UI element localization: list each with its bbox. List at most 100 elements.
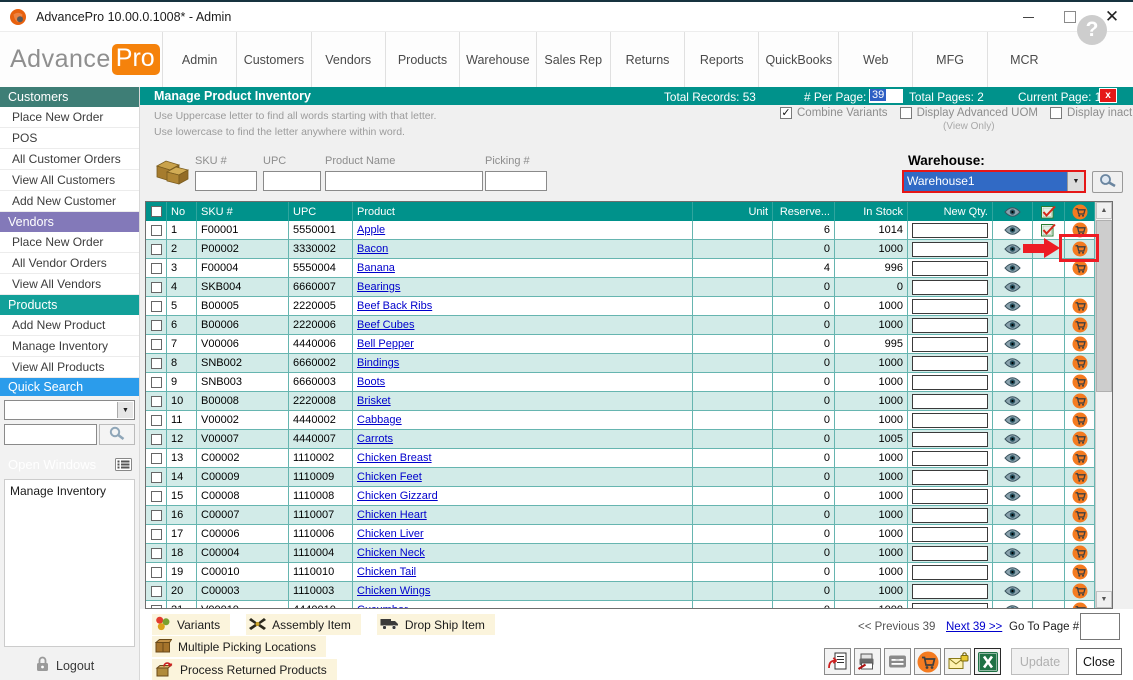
row-select-checkbox[interactable] <box>150 585 162 597</box>
email-lock-icon[interactable] <box>944 648 971 675</box>
new-qty-input[interactable] <box>912 355 988 371</box>
sidebar-item-view-all-customers[interactable]: View All Customers <box>0 170 139 191</box>
cash-drawer-icon[interactable] <box>884 648 911 675</box>
combine-variants-checkbox[interactable]: ✓ <box>780 107 792 119</box>
new-qty-input[interactable] <box>912 545 988 561</box>
row-select-checkbox[interactable] <box>150 471 162 483</box>
quick-search-category-dropdown[interactable]: ▼ <box>4 400 135 420</box>
new-qty-input[interactable] <box>912 222 988 238</box>
sidebar-item-pos[interactable]: POS <box>0 128 139 149</box>
product-link[interactable]: Chicken Wings <box>357 585 430 597</box>
next-page-link[interactable]: Next 39 >> <box>946 621 1002 633</box>
vendor-icon[interactable] <box>1072 583 1088 599</box>
product-link[interactable]: Chicken Tail <box>357 566 416 578</box>
display-advanced-uom-checkbox[interactable] <box>899 107 912 119</box>
row-select-checkbox[interactable] <box>150 281 162 293</box>
vendor-icon[interactable] <box>1072 260 1088 276</box>
view-icon[interactable] <box>1004 548 1021 558</box>
scroll-up-icon[interactable]: ▲ <box>1096 202 1112 219</box>
sidebar-item-place-new-order[interactable]: Place New Order <box>0 232 139 253</box>
vendor-icon[interactable] <box>1072 545 1088 561</box>
vendor-icon[interactable] <box>1072 298 1088 314</box>
quick-search-button[interactable] <box>99 424 135 445</box>
row-select-checkbox[interactable] <box>150 528 162 540</box>
product-link[interactable]: Chicken Gizzard <box>357 490 438 502</box>
per-page-input[interactable]: 39 <box>869 89 903 103</box>
new-qty-input[interactable] <box>912 260 988 276</box>
row-select-checkbox[interactable] <box>150 509 162 521</box>
new-qty-input[interactable] <box>912 317 988 333</box>
new-qty-input[interactable] <box>912 431 988 447</box>
view-icon[interactable] <box>1004 586 1021 596</box>
vendor-icon[interactable] <box>1072 431 1088 447</box>
minimize-icon[interactable] <box>1007 2 1049 32</box>
warehouse-search-button[interactable] <box>1092 171 1123 193</box>
vendor-icon[interactable] <box>1072 469 1088 485</box>
new-qty-input[interactable] <box>912 298 988 314</box>
scroll-down-icon[interactable]: ▼ <box>1096 591 1112 608</box>
product-link[interactable]: Apple <box>357 224 385 236</box>
new-qty-input[interactable] <box>912 564 988 580</box>
sidebar-item-all-vendor-orders[interactable]: All Vendor Orders <box>0 253 139 274</box>
row-select-checkbox[interactable] <box>150 376 162 388</box>
view-icon[interactable] <box>1004 301 1021 311</box>
product-link[interactable]: Bell Pepper <box>357 338 414 350</box>
new-qty-input[interactable] <box>912 374 988 390</box>
vendor-icon[interactable] <box>1072 317 1088 333</box>
view-icon[interactable] <box>1004 415 1021 425</box>
new-qty-input[interactable] <box>912 336 988 352</box>
sidebar-item-add-new-customer[interactable]: Add New Customer <box>0 191 139 212</box>
quick-search-input[interactable] <box>4 424 97 445</box>
view-icon[interactable] <box>1004 510 1021 520</box>
nav-tab-mcr[interactable]: MCR <box>986 32 1061 87</box>
product-link[interactable]: Chicken Feet <box>357 471 422 483</box>
product-link[interactable]: Chicken Heart <box>357 509 427 521</box>
close-page-button[interactable]: x <box>1099 88 1117 103</box>
view-icon[interactable] <box>1004 339 1021 349</box>
row-select-checkbox[interactable] <box>150 300 162 312</box>
variant-select-icon[interactable] <box>1041 223 1056 237</box>
new-qty-input[interactable] <box>912 412 988 428</box>
view-icon[interactable] <box>1004 244 1021 254</box>
product-link[interactable]: Bacon <box>357 243 388 255</box>
product-link[interactable]: Chicken Neck <box>357 547 425 559</box>
row-select-checkbox[interactable] <box>150 490 162 502</box>
sidebar-item-place-new-order[interactable]: Place New Order <box>0 107 139 128</box>
new-qty-input[interactable] <box>912 241 988 257</box>
logout-button[interactable]: Logout <box>36 656 94 675</box>
nav-tab-warehouse[interactable]: Warehouse <box>459 32 535 87</box>
view-icon[interactable] <box>1004 472 1021 482</box>
view-icon[interactable] <box>1004 320 1021 330</box>
help-icon[interactable]: ? <box>1077 15 1107 45</box>
sidebar-item-view-all-products[interactable]: View All Products <box>0 357 139 378</box>
new-qty-input[interactable] <box>912 279 988 295</box>
legend-process-returned-products[interactable]: Process Returned Products <box>152 659 337 680</box>
product-link[interactable]: Cabbage <box>357 414 402 426</box>
vendor-icon[interactable] <box>1072 526 1088 542</box>
nav-tab-reports[interactable]: Reports <box>684 32 758 87</box>
print-icon[interactable] <box>854 648 881 675</box>
view-icon[interactable] <box>1004 396 1021 406</box>
new-qty-input[interactable] <box>912 488 988 504</box>
vendor-icon[interactable] <box>1072 602 1088 608</box>
sidebar-item-manage-inventory[interactable]: Manage Inventory <box>0 336 139 357</box>
row-select-checkbox[interactable] <box>150 547 162 559</box>
search-input-picking[interactable] <box>485 171 547 191</box>
new-qty-input[interactable] <box>912 469 988 485</box>
sidebar-item-add-new-product[interactable]: Add New Product <box>0 315 139 336</box>
sidebar-item-view-all-vendors[interactable]: View All Vendors <box>0 274 139 295</box>
vendor-icon[interactable] <box>1072 336 1088 352</box>
sidebar-item-all-customer-orders[interactable]: All Customer Orders <box>0 149 139 170</box>
view-icon[interactable] <box>1004 567 1021 577</box>
nav-tab-web[interactable]: Web <box>838 32 912 87</box>
row-select-checkbox[interactable] <box>150 319 162 331</box>
new-qty-input[interactable] <box>912 393 988 409</box>
nav-tab-quickbooks[interactable]: QuickBooks <box>758 32 838 87</box>
row-select-checkbox[interactable] <box>150 243 162 255</box>
warehouse-dropdown[interactable]: Warehouse1 ▼ <box>902 170 1086 193</box>
nav-tab-vendors[interactable]: Vendors <box>310 32 385 87</box>
vendor-icon[interactable] <box>1072 374 1088 390</box>
view-icon[interactable] <box>1004 358 1021 368</box>
table-scrollbar[interactable]: ▲ ▼ <box>1095 202 1112 608</box>
row-select-checkbox[interactable] <box>150 414 162 426</box>
